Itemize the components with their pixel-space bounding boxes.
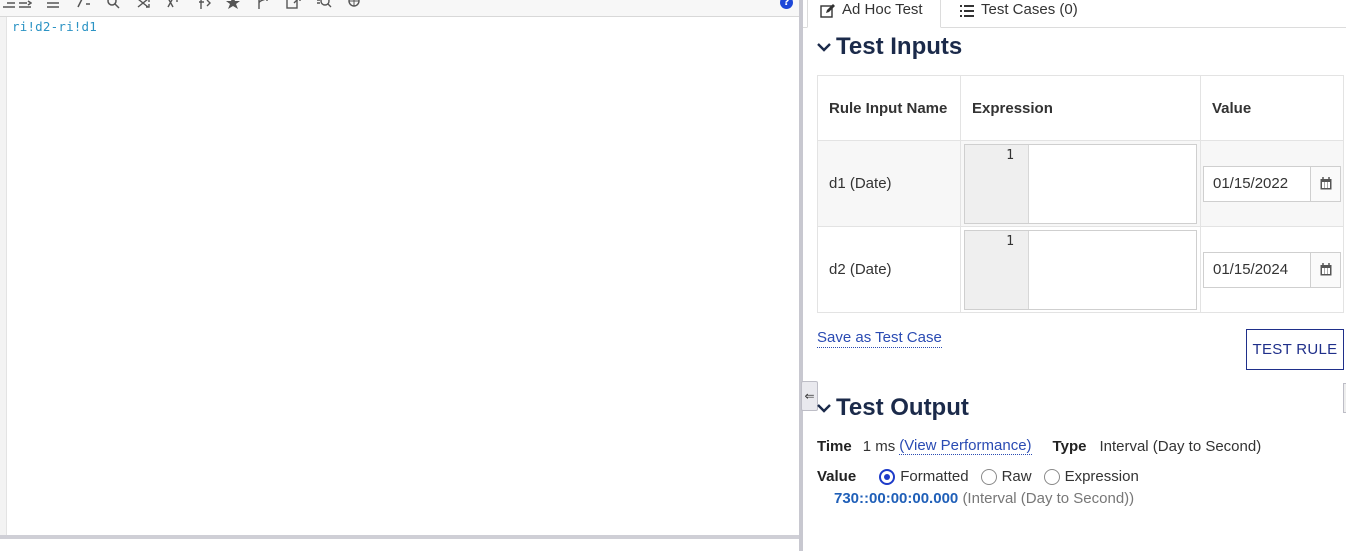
- editor-bottom-bar: [0, 535, 800, 539]
- expression-input[interactable]: [1029, 231, 1196, 309]
- column-header: Rule Input Name: [817, 75, 961, 141]
- view-performance-link[interactable]: (View Performance): [899, 437, 1032, 455]
- time-label: Time: [817, 437, 852, 455]
- function-icon[interactable]: [196, 0, 212, 10]
- export-icon[interactable]: [286, 0, 302, 10]
- expression-cell: 1: [960, 226, 1201, 313]
- editor-toolbar: ?: [0, 0, 800, 17]
- editor-gutter: [0, 17, 7, 535]
- test-pane: Ad Hoc Test Test Cases (0) Test Inputs R…: [803, 0, 1346, 551]
- value-cell: 01/15/2024: [1200, 226, 1344, 313]
- result-output: 730::00:00:00.000 (Interval (Day to Seco…: [834, 490, 1134, 507]
- value-mode-row: Value Formatted Raw Expression: [817, 468, 1139, 485]
- globe-icon[interactable]: [346, 0, 362, 10]
- tab-label: Test Cases (0): [981, 1, 1078, 18]
- column-header: Value: [1200, 75, 1344, 141]
- outdent-icon[interactable]: [18, 0, 34, 10]
- type-value: Interval (Day to Second): [1099, 437, 1262, 455]
- expression-cell: 1: [960, 140, 1201, 227]
- type-label: Type: [1052, 437, 1087, 455]
- test-inputs-header[interactable]: Test Inputs: [817, 33, 962, 61]
- fork-icon[interactable]: [256, 0, 272, 10]
- list-icon[interactable]: [46, 0, 62, 10]
- date-picker: 01/15/2022: [1203, 165, 1341, 202]
- expression-editor-pane: ? ri!d2-ri!d1: [0, 0, 802, 551]
- output-meta-row: Time 1 ms (View Performance) Type Interv…: [817, 437, 1261, 455]
- section-title: Test Output: [836, 394, 969, 421]
- indent-icon[interactable]: [2, 0, 18, 10]
- line-number: 1: [965, 230, 1029, 309]
- edit-icon: [820, 4, 835, 18]
- table-row: d2 (Date) 1 01/15/2024: [817, 226, 1344, 313]
- line-number: 1: [965, 144, 1029, 223]
- radio-raw[interactable]: [980, 468, 997, 485]
- result-value: 730::00:00:00.000: [834, 490, 959, 507]
- star-icon[interactable]: [226, 0, 242, 10]
- column-header: Expression: [960, 75, 1201, 141]
- expression-input[interactable]: [1029, 145, 1196, 223]
- chevron-down-icon: [817, 404, 831, 413]
- test-rule-button[interactable]: TEST RULE: [1246, 329, 1344, 370]
- search-icon[interactable]: [106, 0, 122, 10]
- date-input[interactable]: 01/15/2022: [1203, 165, 1310, 202]
- inputs-table: Rule Input Name Expression Value d1 (Dat…: [817, 75, 1344, 313]
- test-output-header[interactable]: Test Output: [817, 394, 969, 422]
- code-line[interactable]: ri!d2-ri!d1: [12, 19, 97, 34]
- expression-editor[interactable]: 1: [964, 229, 1197, 310]
- save-as-test-case-link[interactable]: Save as Test Case: [817, 329, 942, 348]
- tab-label: Ad Hoc Test: [842, 1, 923, 18]
- value-cell: 01/15/2022: [1200, 140, 1344, 227]
- table-header-row: Rule Input Name Expression Value: [817, 75, 1344, 141]
- date-picker: 01/15/2024: [1203, 251, 1341, 288]
- help-icon[interactable]: ?: [780, 0, 793, 9]
- chevron-down-icon: [817, 43, 831, 52]
- radio-label: Formatted: [900, 468, 969, 485]
- radio-label: Raw: [1001, 468, 1032, 485]
- expression-editor[interactable]: 1: [964, 143, 1197, 224]
- calendar-button[interactable]: [1310, 251, 1341, 288]
- test-tabs: Ad Hoc Test Test Cases (0): [803, 0, 1346, 28]
- date-input[interactable]: 01/15/2024: [1203, 251, 1310, 288]
- radio-expression[interactable]: [1043, 468, 1060, 485]
- variable-icon[interactable]: [166, 0, 182, 10]
- calendar-icon: [1320, 177, 1331, 190]
- table-row: d1 (Date) 1 01/15/2022: [817, 140, 1344, 227]
- rule-input-name: d1 (Date): [817, 140, 961, 227]
- value-label: Value: [817, 468, 857, 485]
- section-title: Test Inputs: [836, 33, 963, 60]
- rule-input-name: d2 (Date): [817, 226, 961, 313]
- calendar-icon: [1320, 263, 1331, 276]
- shuffle-icon[interactable]: [137, 0, 153, 10]
- time-value: 1 ms: [862, 437, 896, 455]
- zoom-icon[interactable]: [316, 0, 332, 10]
- tab-test-cases[interactable]: Test Cases (0): [947, 0, 1167, 28]
- tab-ad-hoc-test[interactable]: Ad Hoc Test: [807, 0, 941, 28]
- result-type: (Interval (Day to Second)): [962, 490, 1135, 507]
- radio-formatted[interactable]: [879, 468, 896, 485]
- list-icon: [960, 5, 974, 17]
- calendar-button[interactable]: [1310, 165, 1341, 202]
- radio-label: Expression: [1064, 468, 1139, 485]
- comment-icon[interactable]: [76, 0, 92, 10]
